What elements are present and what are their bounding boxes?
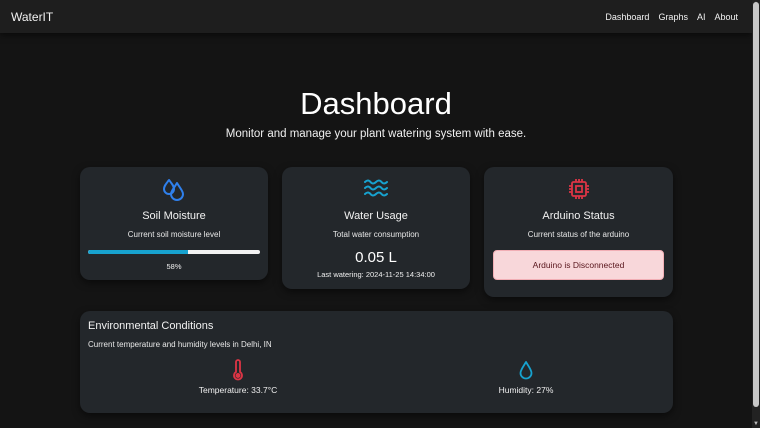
page-scrollbar[interactable]: ▲ ▼ xyxy=(752,0,760,428)
soil-moisture-percent: 58% xyxy=(166,262,182,271)
humidity-label: Humidity: 27% xyxy=(498,385,554,395)
nav-link-graphs[interactable]: Graphs xyxy=(658,12,688,22)
page-subtitle: Monitor and manage your plant watering s… xyxy=(225,128,527,140)
arduino-status-title: Arduino Status xyxy=(542,210,615,222)
thermometer-icon xyxy=(158,359,318,381)
brand-link[interactable]: WaterIT xyxy=(11,10,53,24)
soil-moisture-progress-bar xyxy=(88,250,260,254)
arduino-disconnected-alert: Arduino is Disconnected xyxy=(493,250,664,280)
scroll-down-arrow-icon[interactable]: ▼ xyxy=(752,420,760,428)
navbar: WaterIT Dashboard Graphs AI About xyxy=(0,0,752,33)
soil-moisture-progress-fill xyxy=(88,250,188,254)
environment-description: Current temperature and humidity levels … xyxy=(88,340,272,349)
water-usage-card: Water Usage Total water consumption 0.05… xyxy=(282,167,470,289)
chip-icon xyxy=(484,177,673,201)
water-usage-description: Total water consumption xyxy=(332,230,420,239)
temperature-label: Temperature: 33.7°C xyxy=(198,385,278,395)
nav-link-ai[interactable]: AI xyxy=(697,12,706,22)
soil-moisture-description: Current soil moisture level xyxy=(127,230,221,239)
last-watering-timestamp: Last watering: 2024-11-25 14:34:00 xyxy=(317,270,435,279)
water-usage-title: Water Usage xyxy=(344,210,408,222)
arduino-status-description: Current status of the arduino xyxy=(527,230,630,239)
nav-link-dashboard[interactable]: Dashboard xyxy=(605,12,649,22)
arduino-status-card: Arduino Status Current status of the ard… xyxy=(484,167,673,297)
soil-moisture-card: Soil Moisture Current soil moisture leve… xyxy=(80,167,268,280)
page-title: Dashboard xyxy=(300,86,452,121)
droplet-icon xyxy=(446,359,606,381)
soil-moisture-title: Soil Moisture xyxy=(142,210,206,222)
humidity-reading: Humidity: 27% xyxy=(446,359,606,395)
waves-icon xyxy=(282,177,470,201)
droplets-icon xyxy=(80,177,268,201)
temperature-reading: Temperature: 33.7°C xyxy=(158,359,318,395)
water-usage-value: 0.05 L xyxy=(355,249,397,266)
nav-links: Dashboard Graphs AI About xyxy=(605,12,738,22)
scroll-thumb[interactable] xyxy=(753,2,759,407)
environment-card: Environmental Conditions Current tempera… xyxy=(80,311,673,413)
nav-link-about[interactable]: About xyxy=(714,12,738,22)
environment-title: Environmental Conditions xyxy=(88,320,214,332)
